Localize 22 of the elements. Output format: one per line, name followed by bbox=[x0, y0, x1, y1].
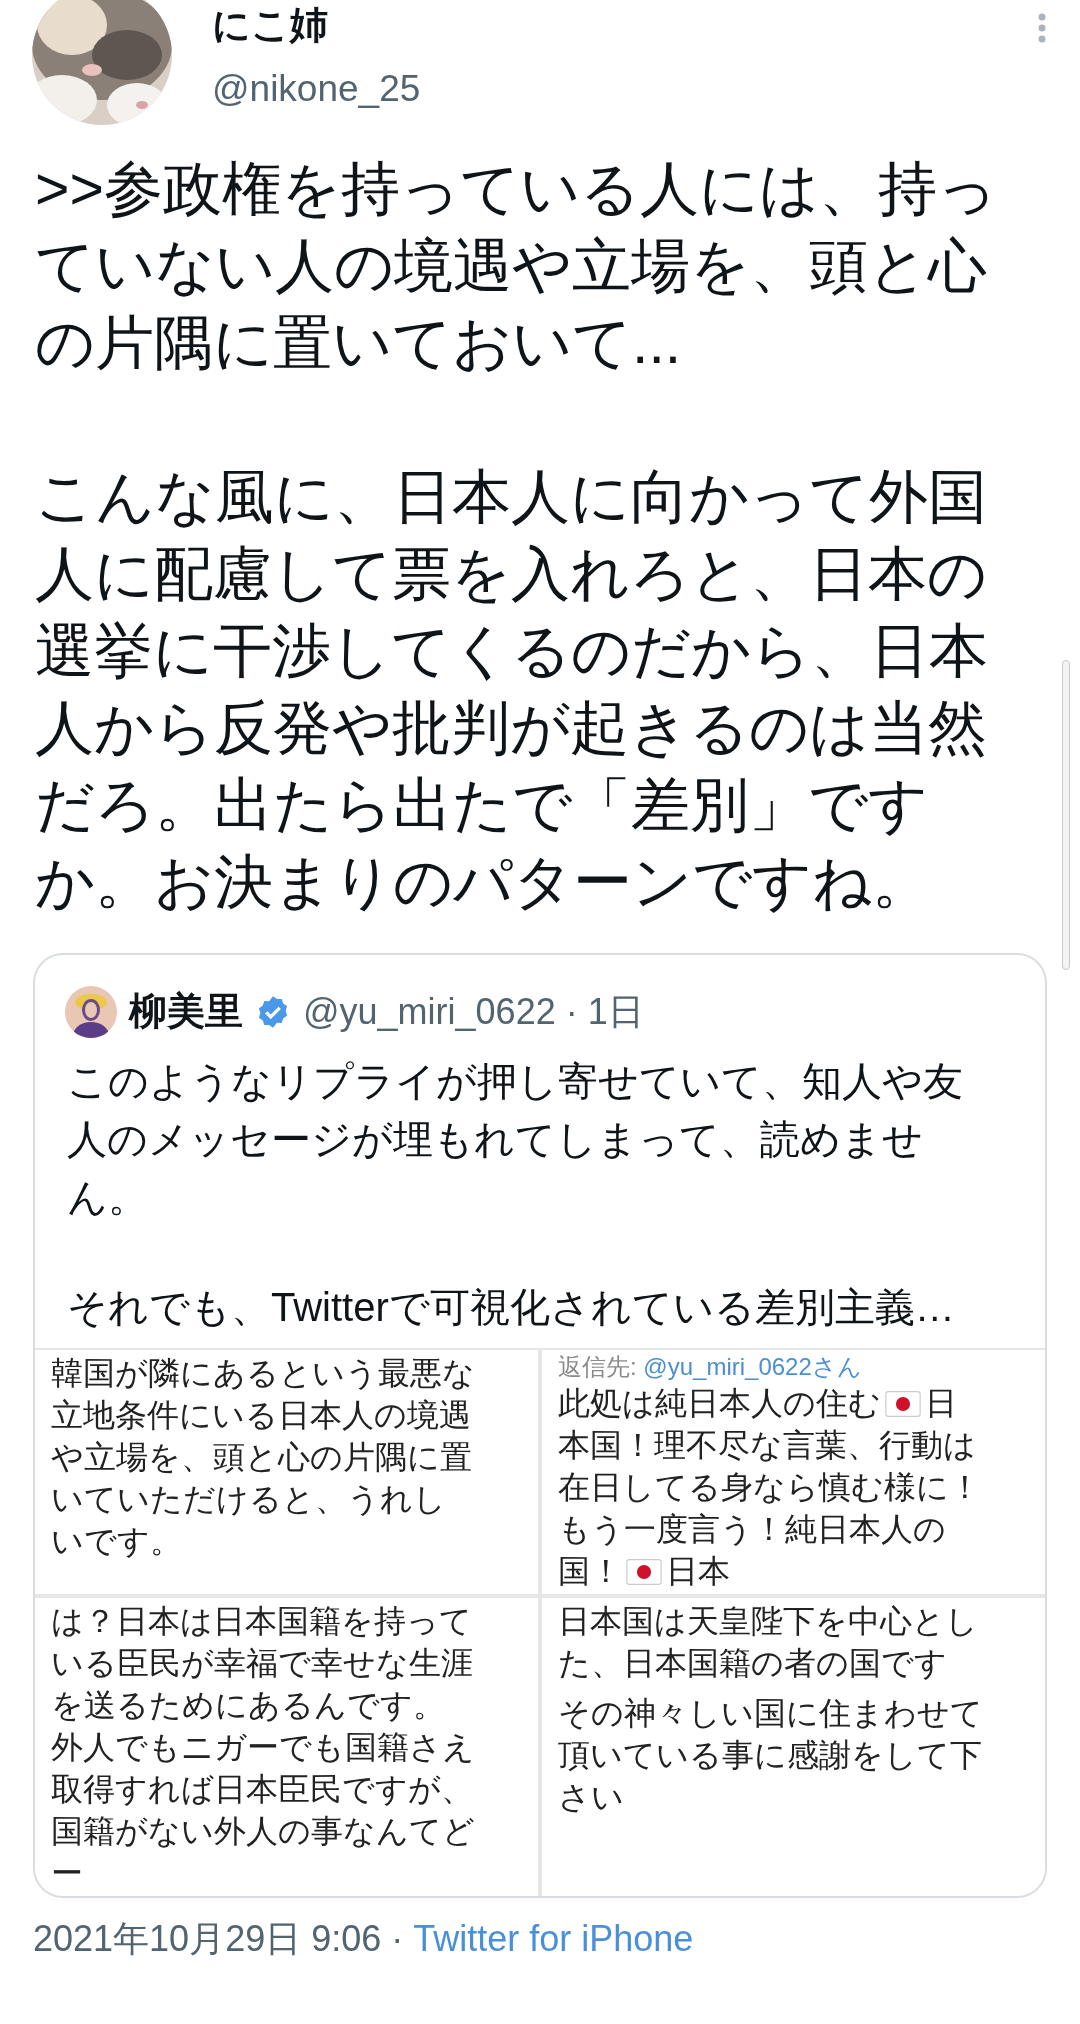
source-link[interactable]: Twitter for iPhone bbox=[413, 1918, 694, 1959]
quoted-author-handle: @yu_miri_0622 · 1日 bbox=[303, 989, 644, 1034]
quoted-author-name: 柳美里 bbox=[129, 989, 243, 1034]
reply-to-label: 返信先: bbox=[558, 1353, 637, 1380]
reply-text: 此処は純日本人の住む 日本国！理不尽な言葉、行動は在日してる身なら慎む様に！もう一度言う！純日本人の国！ 日本 bbox=[558, 1384, 982, 1591]
reply-text: 韓国が隣にあるという最悪な立地条件にいる日本人の境遇や立場を、頭と心の片隅に置いていただけると、うれしいです。 bbox=[51, 1354, 476, 1561]
reply-to-handle: @yu_miri_0622さん bbox=[643, 1353, 862, 1380]
more-options-icon[interactable] bbox=[1038, 13, 1046, 43]
timestamp: 2021年10月29日 9:06 · bbox=[33, 1918, 404, 1959]
author-name: にこ姉 bbox=[212, 3, 329, 48]
flag-icon bbox=[884, 1391, 922, 1417]
quoted-tweet-text: それでも、Twitterで可視化されている差別主義… bbox=[67, 1284, 956, 1331]
quoted-tweet-text: このようなリプライが押し寄せていて、知人や友人のメッセージが埋もれてしまって、読めません。 bbox=[67, 1058, 964, 1221]
reply-text: は？日本は日本国籍を持っている臣民が幸福で幸せな生涯を送るためにあるんです。外人でもニガーでも国籍さえ取得すれば日本臣民ですが、国籍がない外人の事なんてどー bbox=[51, 1602, 476, 1893]
quoted-tweet-card[interactable] bbox=[33, 953, 1047, 1898]
tweet-text: こんな風に、日本人に向かって外国人に配慮して票を入れろと、日本の選挙に干渉してくるのだから、日本人から反発や批判が起きるのは当然だろ。出たら出たで「差別」ですか。お決まりのパターンですね。 bbox=[35, 463, 989, 917]
author-handle: @nikone_25 bbox=[212, 67, 422, 111]
reply-text: その神々しい国に住まわせて頂いている事に感謝をして下さい bbox=[558, 1694, 983, 1817]
tweet-text: >>参政権を持っている人には、持っていない人の境遇や立場を、頭と心の片隅に置いておいて... bbox=[35, 155, 998, 378]
reply-text: 日本国は天皇陛下を中心とした、日本国籍の者の国です bbox=[558, 1602, 979, 1683]
flag-icon bbox=[625, 1559, 663, 1585]
scrollbar[interactable] bbox=[1062, 660, 1070, 970]
